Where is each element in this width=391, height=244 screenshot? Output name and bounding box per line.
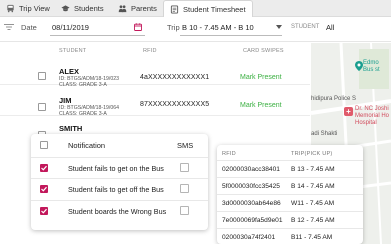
row-checkbox[interactable] xyxy=(38,103,46,111)
tab-label: Parents xyxy=(131,4,157,13)
filter-bar: Date 08/11/2019 Trip B 10 - 7.45 AM - B … xyxy=(0,17,391,42)
tab-bar: Trip View Students Parents Student Times… xyxy=(0,0,391,18)
map-label: adi Shakti xyxy=(311,131,338,137)
notification-label: Student fails to get off the Bus xyxy=(68,185,164,194)
notification-row: Student fails to get off the Bus xyxy=(31,178,208,198)
date-value: 08/11/2019 xyxy=(52,23,89,32)
column-header-rfid: RFID xyxy=(143,48,157,54)
checkmark-icon xyxy=(41,186,47,192)
hospital-icon[interactable]: + xyxy=(344,107,353,116)
rfid-row[interactable]: 02000030acc38401 B 13 - 7.45 AM xyxy=(217,160,363,177)
checkmark-icon xyxy=(41,208,47,214)
map-label: Dr. NC Joshi xyxy=(355,106,389,112)
rfid-row[interactable]: 7e0000069fa5d9e01 B 12 - 7.45 AM xyxy=(217,211,363,228)
notification-label: Student fails to get on the Bus xyxy=(68,164,164,173)
student-filter-value: All xyxy=(326,23,335,32)
rfid-row[interactable]: 5f0000030fcc35425 B 14 - 7.45 AM xyxy=(217,177,363,194)
student-name: SMITH xyxy=(59,124,83,133)
rfid-row[interactable]: 0200030a74f2401 B11 - 7.45 AM xyxy=(217,228,363,244)
student-filter-select[interactable]: All xyxy=(326,23,334,32)
map-label: Edmo xyxy=(363,60,379,66)
bus-icon xyxy=(6,4,15,13)
rfid-header: RFID xyxy=(222,151,236,157)
table-row[interactable]: JIM ID: BTGS/ADM/18-19/064 CLASS: GRADE … xyxy=(0,89,310,117)
chevron-down-icon[interactable] xyxy=(276,25,282,29)
tab-students[interactable]: Students xyxy=(61,0,104,17)
date-underline xyxy=(50,35,145,36)
rfid-trip-panel: RFID TRIP(PICK UP) 02000030acc38401 B 13… xyxy=(217,145,363,244)
column-header-card-swipes: CARD SWIPES xyxy=(243,48,284,54)
checkmark-icon xyxy=(41,165,47,171)
sms-checkbox[interactable] xyxy=(180,163,189,172)
student-name: JIM xyxy=(59,96,72,105)
row-checkbox[interactable] xyxy=(38,72,46,80)
date-field[interactable]: 08/11/2019 xyxy=(52,23,89,32)
map-label: Hospital xyxy=(355,120,377,126)
trip-underline xyxy=(180,35,282,36)
notification-label: Student boards the Wrong Bus xyxy=(68,207,167,216)
notification-checkbox[interactable] xyxy=(40,207,48,215)
trip-value: B 13 - 7.45 AM xyxy=(291,166,335,173)
trip-value: B 14 - 7.45 AM xyxy=(291,183,335,190)
rfid-value: 5f0000030fcc35425 xyxy=(222,183,280,190)
student-rfid: 4aXXXXXXXXXXXX1 xyxy=(140,74,210,81)
map-label: hidipura Police S xyxy=(311,96,357,102)
calendar-icon[interactable] xyxy=(134,23,142,31)
trip-value: B 10 - 7.45 AM - B 10 xyxy=(182,23,254,32)
tab-label: Trip View xyxy=(19,4,50,13)
tab-parents[interactable]: Parents xyxy=(118,0,157,17)
tab-student-timesheet[interactable]: Student Timesheet xyxy=(163,0,253,18)
student-class: CLASS: GRADE 3-A xyxy=(59,111,107,117)
notification-checkbox[interactable] xyxy=(40,185,48,193)
sms-checkbox[interactable] xyxy=(180,184,189,193)
timesheet-icon xyxy=(170,5,179,14)
student-filter-label: STUDENT xyxy=(291,24,320,30)
sms-checkbox[interactable] xyxy=(180,206,189,215)
parents-icon xyxy=(118,4,127,13)
trip-header: TRIP(PICK UP) xyxy=(291,151,333,157)
notification-checkbox[interactable] xyxy=(40,164,48,172)
tab-trip-view[interactable]: Trip View xyxy=(6,0,50,17)
trip-value: W11 - 7.45 AM xyxy=(291,200,335,207)
graduation-cap-icon xyxy=(61,4,70,13)
rfid-row[interactable]: 3d0000030ab64e86 W11 - 7.45 AM xyxy=(217,194,363,211)
trip-value: B 12 - 7.45 AM xyxy=(291,217,335,224)
trip-value: B11 - 7.45 AM xyxy=(291,234,333,241)
filter-icon xyxy=(4,23,14,31)
rfid-value: 0200030a74f2401 xyxy=(222,234,276,241)
student-name: ALEX xyxy=(59,67,80,76)
student-rfid: 87XXXXXXXXXXXX5 xyxy=(140,101,210,108)
tab-label: Student Timesheet xyxy=(183,5,246,14)
student-class: CLASS: GRADE 3-A xyxy=(59,82,107,88)
notification-row: Student fails to get on the Bus xyxy=(31,157,208,177)
rfid-value: 3d0000030ab64e86 xyxy=(222,200,281,207)
mark-present-link[interactable]: Mark Present xyxy=(240,74,282,81)
notification-settings-panel: Notification SMS Student fails to get on… xyxy=(31,134,208,230)
date-label: Date xyxy=(21,23,37,32)
select-all-checkbox[interactable] xyxy=(40,141,48,149)
map-label: Memorial Ho xyxy=(355,113,390,119)
map-label: Bus st xyxy=(363,67,380,73)
trip-label: Trip xyxy=(167,23,180,32)
rfid-value: 7e0000069fa5d9e01 xyxy=(222,217,283,224)
notification-header: Notification xyxy=(68,141,106,150)
rfid-value: 02000030acc38401 xyxy=(222,166,280,173)
tab-label: Students xyxy=(74,4,104,13)
trip-select[interactable]: B 10 - 7.45 AM - B 10 xyxy=(182,23,254,32)
mark-present-link[interactable]: Mark Present xyxy=(240,102,282,109)
notification-row: Student boards the Wrong Bus xyxy=(31,200,208,220)
column-header-student: STUDENT xyxy=(59,48,87,54)
table-row[interactable]: ALEX ID: BTGS/ADM/18-19/023 CLASS: GRADE… xyxy=(0,58,310,88)
sms-header: SMS xyxy=(177,141,194,150)
